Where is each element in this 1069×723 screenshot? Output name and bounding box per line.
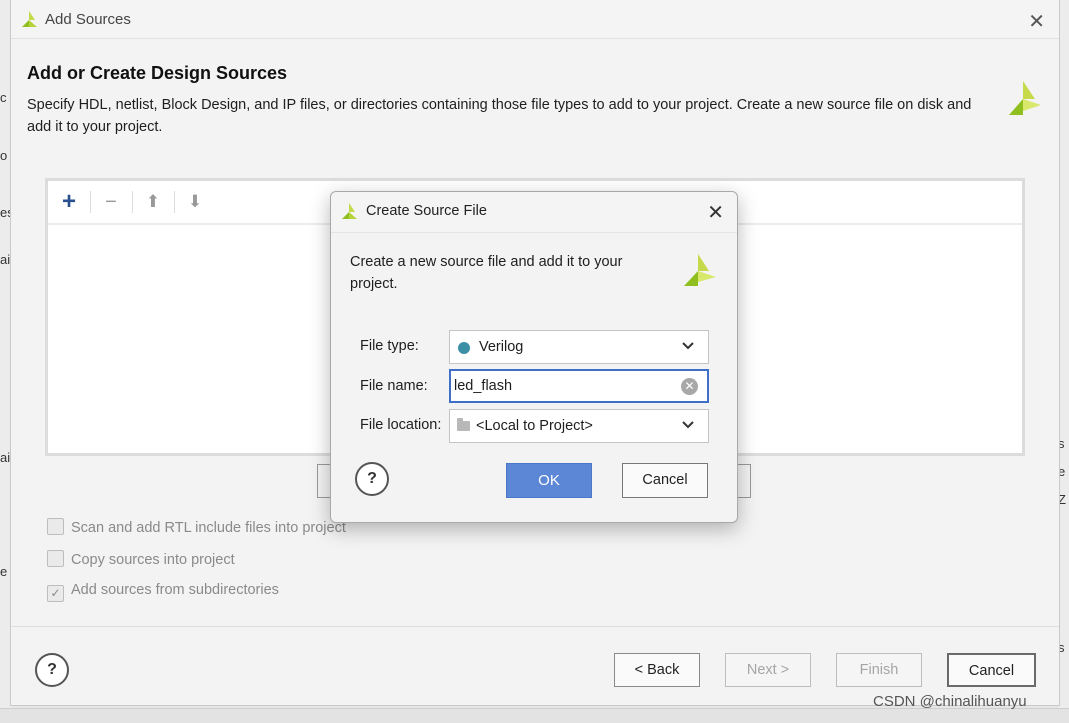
background-text: ai (0, 450, 11, 465)
add-icon[interactable]: + (56, 189, 82, 215)
folder-icon (457, 418, 470, 431)
dialog-title: Add Sources (45, 11, 131, 28)
vivado-logo-icon (684, 254, 716, 286)
option-label: Scan and add RTL include files into proj… (71, 520, 346, 536)
dialog-title: Create Source File (366, 203, 487, 219)
dialog-description: Create a new source file and add it to y… (350, 254, 623, 292)
cancel-button[interactable]: Cancel (622, 463, 708, 498)
watermark: CSDN @chinalihuanyu (873, 693, 1027, 710)
option-scan-rtl[interactable]: Scan and add RTL include files into proj… (47, 518, 346, 536)
option-label: Add sources from subdirectories (71, 582, 279, 598)
file-type-value: Verilog (479, 339, 524, 355)
option-label: Copy sources into project (71, 552, 235, 568)
background-text: ai (0, 252, 11, 267)
file-location-value: <Local to Project> (476, 418, 593, 434)
verilog-dot-icon (458, 342, 470, 354)
close-icon[interactable]: ✕ (1028, 9, 1045, 34)
file-name-value: led_flash (454, 378, 513, 394)
divider (11, 626, 1059, 627)
help-button[interactable]: ? (355, 462, 389, 496)
background-text: e (0, 564, 8, 579)
background-text: c (0, 90, 7, 105)
arrow-down-icon[interactable]: ⬇ (182, 189, 208, 215)
arrow-up-icon[interactable]: ⬆ (140, 189, 166, 215)
chevron-down-icon (682, 342, 694, 350)
toolbar-divider (174, 191, 175, 213)
close-icon[interactable]: ✕ (707, 200, 724, 225)
dialog-titlebar: Create Source File ✕ (331, 192, 737, 233)
clear-icon[interactable]: ✕ (681, 378, 698, 395)
background-app-bottom (0, 708, 1069, 723)
page-heading: Add or Create Design Sources (27, 63, 288, 83)
cancel-button[interactable]: Cancel (947, 653, 1036, 687)
ok-button[interactable]: OK (506, 463, 592, 498)
file-name-label: File name: (360, 378, 428, 394)
chevron-down-icon (682, 421, 694, 429)
remove-icon[interactable]: − (98, 189, 124, 215)
file-location-label: File location: (360, 417, 442, 433)
checkbox[interactable] (47, 550, 64, 567)
dialog-titlebar: Add Sources ✕ (11, 0, 1059, 39)
vivado-logo-icon (1009, 81, 1041, 115)
next-button[interactable]: Next > (725, 653, 811, 687)
toolbar-divider (90, 191, 91, 213)
file-type-label: File type: (360, 338, 419, 354)
checkbox-checked[interactable]: ✓ (47, 585, 64, 602)
vivado-logo-icon (22, 11, 37, 27)
file-type-dropdown[interactable]: Verilog (449, 330, 709, 364)
help-button[interactable]: ? (35, 653, 69, 687)
create-source-file-dialog: Create Source File ✕ Create a new source… (330, 191, 738, 523)
option-add-subdirectories[interactable]: ✓ Add sources from subdirectories (47, 582, 279, 602)
checkbox[interactable] (47, 518, 64, 535)
file-name-input[interactable]: led_flash ✕ (449, 369, 709, 403)
background-text: o (0, 148, 8, 163)
back-button[interactable]: < Back (614, 653, 700, 687)
page-description: Specify HDL, netlist, Block Design, and … (27, 97, 972, 135)
toolbar-divider (132, 191, 133, 213)
option-copy-sources[interactable]: Copy sources into project (47, 550, 235, 568)
file-location-dropdown[interactable]: <Local to Project> (449, 409, 709, 443)
vivado-logo-icon (342, 203, 357, 219)
finish-button[interactable]: Finish (836, 653, 922, 687)
